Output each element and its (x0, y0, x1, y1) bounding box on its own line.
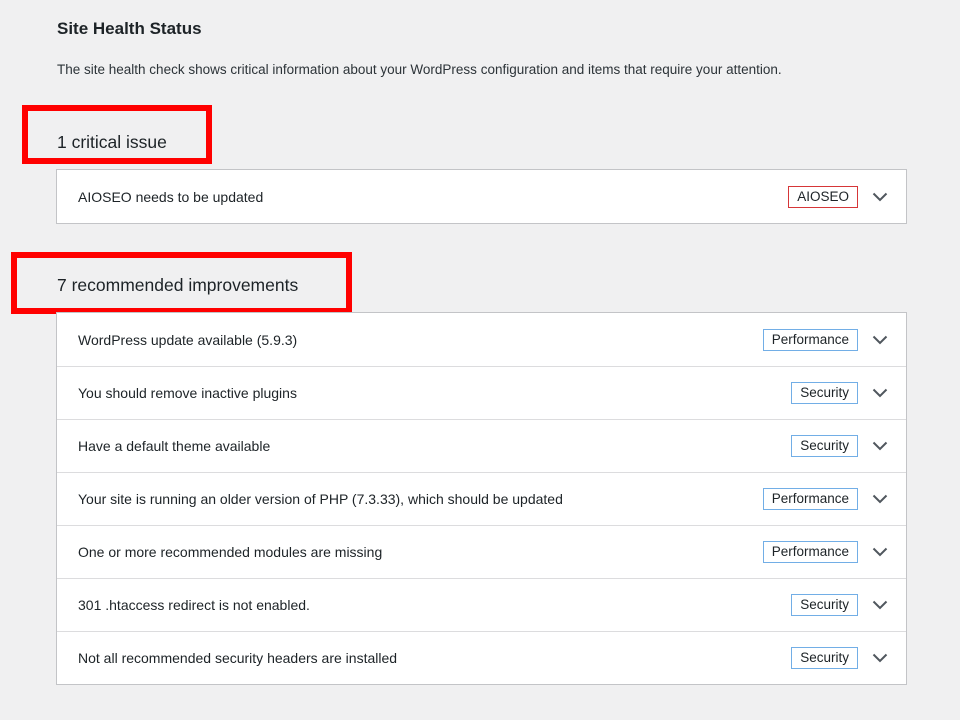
issue-label: WordPress update available (5.9.3) (78, 331, 298, 348)
chevron-down-icon[interactable] (870, 648, 890, 668)
issue-label: Not all recommended security headers are… (78, 650, 398, 666)
issue-label: AIOSEO needs to be updated (78, 188, 264, 205)
chevron-down-icon[interactable] (870, 489, 890, 509)
critical-issues-list: AIOSEO needs to be updated AIOSEO (56, 169, 907, 224)
issue-row-aioseo-update[interactable]: AIOSEO needs to be updated AIOSEO (57, 170, 906, 223)
category-badge-security: Security (791, 435, 858, 457)
recommended-improvements-list: WordPress update available (5.9.3) Perfo… (56, 312, 907, 685)
issue-label: Have a default theme available (78, 438, 271, 454)
chevron-down-icon[interactable] (870, 330, 890, 350)
category-badge-performance: Performance (762, 488, 858, 510)
category-badge-aioseo: AIOSEO (788, 185, 858, 208)
page-title: Site Health Status (57, 19, 202, 38)
issue-label: One or more recommended modules are miss… (78, 544, 383, 560)
issue-label: Your site is running an older version of… (78, 491, 563, 507)
category-badge-performance: Performance (762, 541, 858, 563)
category-badge-security: Security (791, 647, 858, 669)
category-badge-performance: Performance (762, 328, 858, 351)
issue-row-php-version[interactable]: Your site is running an older version of… (57, 472, 906, 525)
issue-label: You should remove inactive plugins (78, 385, 297, 401)
issue-row-default-theme[interactable]: Have a default theme available Security (57, 419, 906, 472)
page-description: The site health check shows critical inf… (57, 62, 782, 77)
issue-row-security-headers[interactable]: Not all recommended security headers are… (57, 631, 906, 684)
category-badge-security: Security (791, 594, 858, 616)
critical-issues-heading: 1 critical issue (57, 132, 167, 152)
chevron-down-icon[interactable] (870, 542, 890, 562)
issue-row-wordpress-update[interactable]: WordPress update available (5.9.3) Perfo… (57, 313, 906, 366)
issue-row-htaccess-redirect[interactable]: 301 .htaccess redirect is not enabled. S… (57, 578, 906, 631)
site-health-page: Site Health Status The site health check… (0, 0, 960, 720)
chevron-down-icon[interactable] (870, 436, 890, 456)
issue-row-inactive-plugins[interactable]: You should remove inactive plugins Secur… (57, 366, 906, 419)
category-badge-security: Security (791, 382, 858, 404)
chevron-down-icon[interactable] (870, 383, 890, 403)
issue-row-missing-modules[interactable]: One or more recommended modules are miss… (57, 525, 906, 578)
issue-label: 301 .htaccess redirect is not enabled. (78, 597, 310, 613)
chevron-down-icon[interactable] (870, 595, 890, 615)
chevron-down-icon[interactable] (870, 187, 890, 207)
recommended-improvements-heading: 7 recommended improvements (57, 275, 299, 295)
